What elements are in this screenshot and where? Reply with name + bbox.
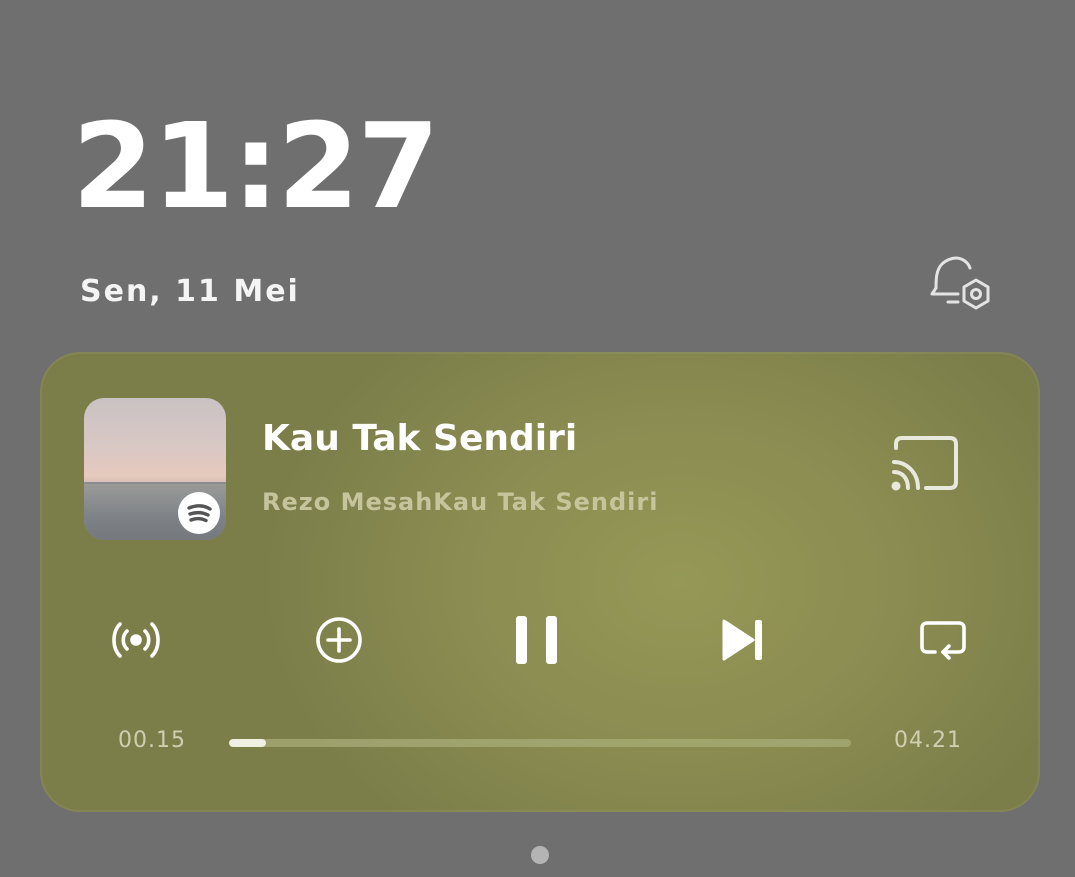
lockscreen-clock: 21:27 [72,97,440,235]
progress-bar[interactable] [229,739,851,747]
media-player-card[interactable]: Kau Tak Sendiri Rezo MesahKau Tak Sendir… [40,352,1040,812]
track-title: Kau Tak Sendiri [262,418,578,459]
progress-fill [229,739,267,747]
repeat-icon[interactable] [913,610,973,670]
page-indicator-dot[interactable] [531,846,549,864]
cast-icon[interactable] [888,434,962,496]
spotify-icon [178,492,220,534]
notification-settings-icon[interactable] [928,252,994,314]
add-circle-icon[interactable] [309,610,369,670]
broadcast-icon[interactable] [106,610,166,670]
pause-icon[interactable] [510,610,570,670]
total-duration: 04.21 [894,728,962,753]
elapsed-time: 00.15 [118,728,186,753]
lockscreen-date: Sen, 11 Mei [80,274,300,309]
skip-next-icon[interactable] [713,610,773,670]
track-artist: Rezo MesahKau Tak Sendiri [262,488,659,516]
album-art[interactable] [84,398,226,540]
